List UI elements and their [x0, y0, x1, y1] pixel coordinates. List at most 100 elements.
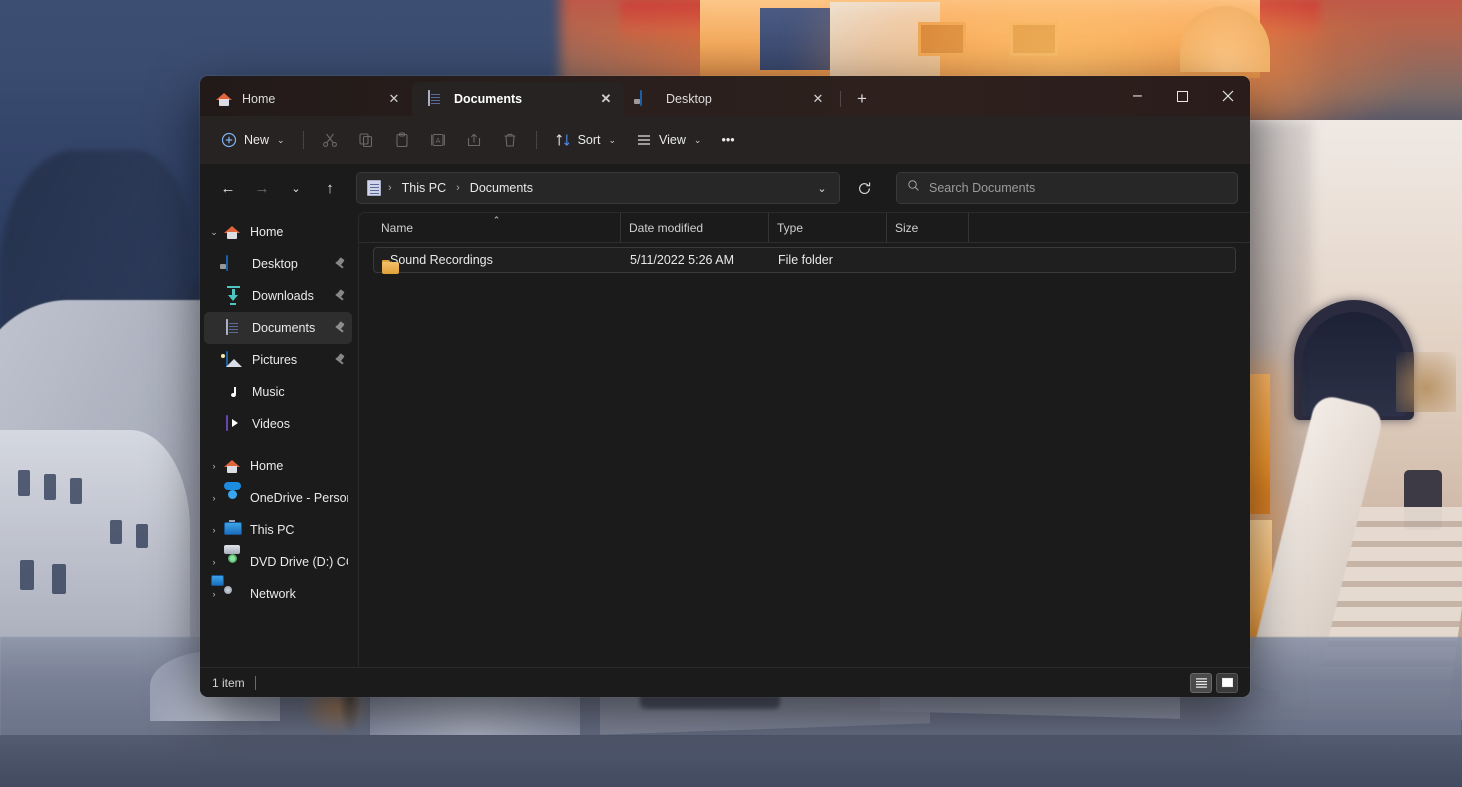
forward-button[interactable]: → — [246, 172, 278, 204]
tab-desktop[interactable]: Desktop ✕ — [624, 82, 836, 116]
close-icon[interactable]: ✕ — [806, 87, 830, 111]
paste-button[interactable] — [385, 124, 419, 156]
new-tab-button[interactable]: + — [847, 85, 877, 113]
table-row[interactable]: Sound Recordings 5/11/2022 5:26 AM File … — [373, 247, 1236, 273]
minimize-button[interactable]: – — [1115, 76, 1160, 116]
sidebar-tree-item-dvd-drive[interactable]: › DVD Drive (D:) CCCO — [204, 546, 352, 578]
tab-label: Documents — [454, 92, 584, 106]
search-input[interactable] — [929, 181, 1227, 195]
sort-ascending-icon: ⌃ — [493, 215, 501, 226]
address-dropdown-button[interactable]: ⌄ — [809, 175, 835, 201]
new-button[interactable]: New ⌄ — [212, 124, 294, 156]
breadcrumb-item-this-pc[interactable]: This PC — [397, 178, 451, 198]
chevron-right-icon[interactable]: › — [204, 589, 224, 599]
wallpaper-window — [52, 564, 66, 594]
sidebar-item-desktop[interactable]: Desktop — [204, 248, 352, 280]
column-header-size[interactable]: Size — [887, 213, 969, 242]
back-button[interactable]: ← — [212, 172, 244, 204]
window-controls: – — [1115, 76, 1250, 116]
up-button[interactable]: ↑ — [314, 172, 346, 204]
view-button[interactable]: View ⌄ — [627, 124, 710, 156]
sidebar-tree-item-onedrive[interactable]: › OneDrive - Personal — [204, 482, 352, 514]
chevron-right-icon[interactable]: › — [204, 557, 224, 567]
close-icon[interactable]: ✕ — [594, 87, 618, 111]
close-icon[interactable]: ✕ — [382, 87, 406, 111]
cloud-icon — [224, 490, 242, 506]
divider — [840, 91, 841, 107]
column-header-type[interactable]: Type — [769, 213, 887, 242]
chevron-down-icon: ⌄ — [277, 135, 285, 146]
sidebar-tree-item-network[interactable]: › Network — [204, 578, 352, 610]
column-header-name[interactable]: ⌃ Name — [373, 213, 621, 242]
breadcrumb-item-documents[interactable]: Documents — [465, 178, 538, 198]
navigation-pane[interactable]: ⌄ Home Desktop Downloads D — [200, 212, 358, 667]
share-button[interactable] — [457, 124, 491, 156]
recent-locations-button[interactable]: ⌄ — [280, 172, 312, 204]
refresh-button[interactable] — [848, 172, 880, 204]
file-name-cell: Sound Recordings — [374, 253, 622, 267]
file-explorer-window: Home ✕ Documents ✕ Desktop ✕ + – — [200, 76, 1250, 697]
share-icon — [466, 132, 482, 148]
clipboard-icon — [394, 132, 410, 148]
chevron-right-icon[interactable]: › — [204, 461, 224, 471]
videos-icon — [226, 416, 244, 432]
sidebar-tree-item-home[interactable]: › Home — [204, 450, 352, 482]
large-icons-view-button[interactable] — [1216, 673, 1238, 693]
plus-circle-icon — [221, 132, 237, 148]
chevron-right-icon[interactable]: › — [204, 493, 224, 503]
tab-label: Home — [242, 92, 372, 106]
cut-button[interactable] — [313, 124, 347, 156]
sidebar-item-documents[interactable]: Documents — [204, 312, 352, 344]
sidebar-item-music[interactable]: Music — [204, 376, 352, 408]
music-icon — [226, 384, 244, 400]
tab-home[interactable]: Home ✕ — [200, 82, 412, 116]
delete-button[interactable] — [493, 124, 527, 156]
command-bar: New ⌄ A — [200, 116, 1250, 164]
chevron-down-icon: ⌄ — [609, 135, 617, 146]
column-header-date-modified[interactable]: Date modified — [621, 213, 769, 242]
search-icon — [907, 179, 920, 197]
network-icon — [224, 586, 242, 602]
svg-text:A: A — [435, 136, 440, 145]
copy-button[interactable] — [349, 124, 383, 156]
sidebar-item-videos[interactable]: Videos — [204, 408, 352, 440]
address-bar[interactable]: › This PC › Documents ⌄ — [356, 172, 840, 204]
close-button[interactable] — [1205, 76, 1250, 116]
sidebar-item-label: Home — [250, 459, 348, 473]
column-header-label: Size — [895, 221, 918, 235]
file-type-cell: File folder — [770, 253, 888, 267]
pictures-icon — [226, 352, 244, 368]
sidebar-tree-item-this-pc[interactable]: › This PC — [204, 514, 352, 546]
search-box[interactable] — [896, 172, 1238, 204]
wallpaper-window — [18, 470, 30, 496]
tab-strip: Home ✕ Documents ✕ Desktop ✕ + – — [200, 76, 1250, 116]
chevron-right-icon[interactable]: › — [204, 525, 224, 535]
documents-icon — [226, 320, 244, 336]
file-date-cell: 5/11/2022 5:26 AM — [622, 253, 770, 267]
sort-arrows-icon — [555, 132, 571, 148]
sidebar-item-home-quick[interactable]: ⌄ Home — [204, 216, 352, 248]
wallpaper-window — [20, 560, 34, 590]
sort-button[interactable]: Sort ⌄ — [546, 124, 625, 156]
pin-icon[interactable] — [332, 322, 348, 334]
details-view-button[interactable] — [1190, 673, 1212, 693]
pin-icon[interactable] — [332, 258, 348, 270]
pin-icon[interactable] — [332, 290, 348, 302]
tab-documents[interactable]: Documents ✕ — [412, 82, 624, 116]
rename-button[interactable]: A — [421, 124, 455, 156]
desktop-icon — [226, 256, 244, 272]
maximize-button[interactable] — [1160, 76, 1205, 116]
view-toggle-group — [1190, 673, 1238, 693]
chevron-down-icon[interactable]: ⌄ — [204, 227, 224, 238]
column-header-label: Date modified — [629, 221, 703, 235]
sidebar-item-downloads[interactable]: Downloads — [204, 280, 352, 312]
sidebar-item-label: OneDrive - Personal — [250, 491, 348, 505]
more-options-button[interactable]: ••• — [712, 124, 743, 156]
divider — [536, 131, 537, 149]
list-lines-icon — [636, 132, 652, 148]
sidebar-item-pictures[interactable]: Pictures — [204, 344, 352, 376]
sidebar-item-label: Pictures — [252, 353, 332, 367]
pin-icon[interactable] — [332, 354, 348, 366]
wallpaper-arch-window — [1302, 312, 1406, 416]
documents-icon — [367, 180, 381, 196]
